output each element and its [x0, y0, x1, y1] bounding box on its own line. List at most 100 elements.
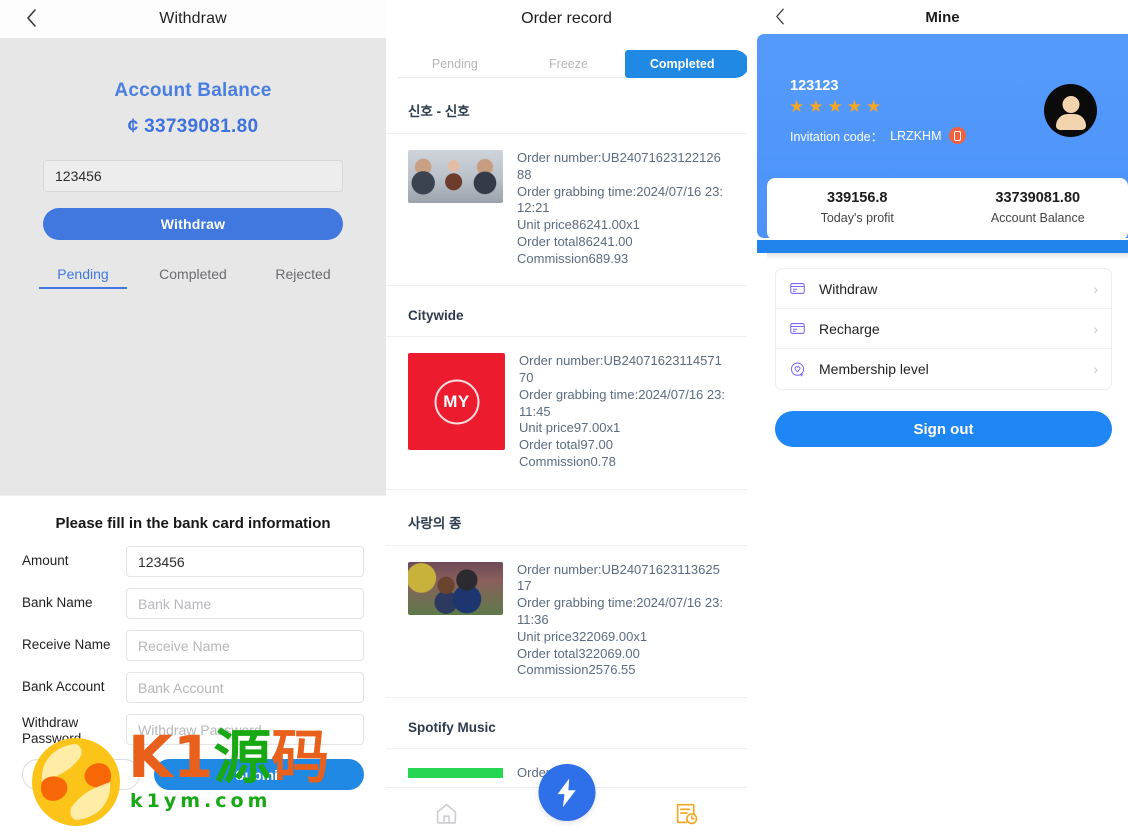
star-icon: ★	[846, 97, 862, 116]
profile-username: 123123	[790, 78, 839, 94]
star-icon: ★	[808, 97, 824, 116]
stats-card: 339156.8 Today's profit 33739081.80 Acco…	[767, 178, 1128, 240]
order-unit-price: Unit price322069.00x1	[517, 628, 648, 644]
tab-pending[interactable]: Pending	[28, 266, 138, 289]
chevron-right-icon: ›	[1093, 280, 1098, 297]
lightning-bolt-icon	[557, 778, 576, 808]
form-actions: Cancel Submit	[0, 759, 386, 790]
stat-value: 33739081.80	[995, 190, 1081, 206]
chevron-right-icon: ›	[1093, 320, 1098, 337]
my-red-logo-image: MY	[408, 353, 505, 451]
field-label-withdraw-password: Withdraw Password	[22, 715, 82, 747]
blue-divider-strip	[757, 240, 1128, 253]
field-row-bank-name: Bank Name Bank Name	[22, 588, 364, 619]
order-details: Order number:UB2407162311362517 Order gr…	[517, 562, 725, 679]
order-record-panel: Order record Pending Freeze Completed 신호…	[386, 0, 747, 839]
amount-field[interactable]: 123456	[126, 546, 364, 577]
stat-account-balance: 33739081.80 Account Balance	[948, 178, 1128, 240]
tab-completed[interactable]: Completed	[625, 50, 747, 78]
card-icon	[790, 283, 805, 294]
copy-icon[interactable]	[948, 127, 966, 144]
order-item[interactable]: Order number:UB2407162311362517 Order gr…	[386, 546, 747, 699]
stat-value: 339156.8	[827, 190, 888, 206]
invitation-code-label: Invitation code：	[790, 130, 884, 144]
amount-field-value: 123456	[138, 553, 185, 570]
order-thumbnail	[408, 561, 503, 615]
chevron-left-icon[interactable]	[771, 7, 789, 25]
account-balance-value: ¢ 33739081.80	[127, 116, 259, 137]
order-grabbing-time: Order grabbing time:2024/07/16 23:12:21	[517, 183, 723, 216]
order-total: Order total86241.00	[517, 233, 633, 249]
page-title: Mine	[925, 8, 960, 26]
page-title: Withdraw	[159, 10, 227, 27]
menu-item-recharge[interactable]: Recharge ›	[776, 309, 1111, 349]
order-commission: Commission0.78	[519, 453, 616, 469]
stat-label: Account Balance	[990, 211, 1085, 225]
invitation-code-row: Invitation code： LRZKHM	[790, 126, 966, 145]
field-label-bank-account: Bank Account	[22, 679, 105, 695]
menu-item-withdraw[interactable]: Withdraw ›	[776, 269, 1111, 309]
order-details: Order number:UB2407162312212688 Order gr…	[517, 150, 725, 267]
order-details: Order number:UB2407162311457170 Order gr…	[519, 353, 725, 470]
order-group: Citywide MY Order number:UB2407162311457…	[386, 286, 747, 490]
order-thumbnail: MY	[408, 353, 505, 451]
withdraw-button[interactable]: Withdraw	[43, 208, 343, 240]
withdraw-panel: Withdraw Account Balance ¢ 33739081.80 1…	[0, 0, 386, 839]
order-record-header: Order record	[386, 0, 747, 38]
order-group-title: Citywide	[386, 286, 747, 338]
chevron-left-icon[interactable]	[22, 9, 40, 27]
withdraw-body: Account Balance ¢ 33739081.80 123456 Wit…	[0, 38, 386, 495]
home-icon	[436, 803, 456, 824]
menu-item-membership-level[interactable]: Membership level ›	[776, 349, 1111, 389]
nav-item-home[interactable]	[386, 801, 506, 826]
card-icon	[790, 323, 805, 334]
bank-name-placeholder: Bank Name	[138, 595, 212, 612]
photo-three-people-image	[408, 150, 503, 203]
menu-item-label: Withdraw	[819, 280, 878, 297]
user-avatar-icon	[1062, 96, 1079, 113]
star-icon: ★	[789, 97, 805, 116]
form-fields: Amount 123456 Bank Name Bank Name Receiv…	[0, 546, 386, 748]
tab-completed[interactable]: Completed	[138, 266, 248, 289]
account-balance-label: Account Balance	[114, 80, 272, 101]
order-item[interactable]: Order number:UB2407162312212688 Order gr…	[386, 134, 747, 287]
order-grabbing-time: Order grabbing time:2024/07/16 23:11:45	[519, 386, 725, 419]
submit-button[interactable]: Submit	[154, 759, 364, 790]
order-number: Order number:UB2407162311457170	[519, 353, 722, 386]
order-list[interactable]: 신호 - 신호 Order number:UB2407162312212688 …	[386, 78, 747, 839]
invitation-code-value: LRZKHM	[890, 128, 942, 143]
order-item[interactable]: MY Order number:UB2407162311457170 Order…	[386, 337, 747, 490]
order-record-icon	[677, 803, 698, 825]
sign-out-button[interactable]: Sign out	[775, 411, 1112, 447]
order-total: Order total97.00	[519, 437, 613, 453]
star-icon: ★	[866, 97, 882, 116]
receive-name-placeholder: Receive Name	[138, 637, 230, 654]
avatar[interactable]	[1044, 84, 1097, 137]
withdraw-password-field[interactable]: Withdraw Password	[126, 714, 364, 745]
logo-label: MY	[443, 391, 470, 411]
withdraw-amount-input[interactable]: 123456	[43, 160, 343, 192]
field-row-receive-name: Receive Name Receive Name	[22, 630, 364, 661]
menu-item-label: Recharge	[819, 320, 880, 337]
bank-account-field[interactable]: Bank Account	[126, 672, 364, 703]
order-thumbnail	[408, 765, 503, 781]
bank-card-form: Please fill in the bank card information…	[0, 495, 386, 839]
nav-item-order-record[interactable]	[627, 801, 747, 826]
receive-name-field[interactable]: Receive Name	[126, 630, 364, 661]
profile-section: 123123 ★ ★ ★ ★ ★ Invitation code： LRZKHM	[757, 34, 1128, 264]
order-group-title: 신호 - 신호	[386, 78, 747, 134]
tab-pending[interactable]: Pending	[398, 50, 512, 78]
order-number: Order number:UB2407162311362517	[517, 561, 720, 594]
cancel-button[interactable]: Cancel	[22, 759, 140, 790]
mine-header: Mine	[757, 0, 1128, 34]
order-unit-price: Unit price97.00x1	[519, 420, 621, 436]
tab-freeze[interactable]: Freeze	[511, 50, 626, 78]
bank-name-field[interactable]: Bank Name	[126, 588, 364, 619]
lightning-bolt-button[interactable]	[538, 764, 595, 821]
menu-item-label: Membership level	[819, 361, 929, 377]
withdraw-amount-value: 123456	[55, 168, 102, 184]
order-total: Order total322069.00	[517, 645, 640, 661]
card-shadow	[767, 253, 1128, 259]
star-icon: ★	[827, 97, 843, 116]
tab-rejected[interactable]: Rejected	[248, 266, 358, 289]
